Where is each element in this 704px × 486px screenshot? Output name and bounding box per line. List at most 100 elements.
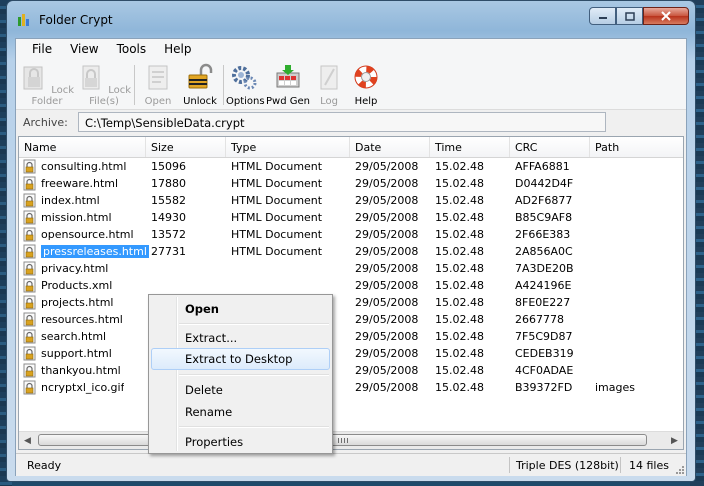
cell-name: ncryptxl_ico.gif [41, 381, 125, 394]
unlock-label: Unlock [183, 96, 217, 107]
menu-item-properties[interactable]: Properties [151, 431, 330, 453]
cell-type: HTML Document [231, 245, 323, 258]
column-header-crc[interactable]: CRC [510, 137, 590, 157]
help-label: Help [354, 96, 378, 107]
cell-type: HTML Document [231, 177, 323, 190]
cell-crc: 7F5C9D87 [515, 330, 573, 343]
gears-icon [232, 66, 257, 90]
table-row[interactable]: search.html 29/05/2008 15.02.48 7F5C9D87 [19, 328, 683, 345]
close-button[interactable] [643, 7, 689, 25]
window-title: Folder Crypt [39, 13, 113, 27]
menu-item-delete[interactable]: Delete [151, 379, 330, 401]
locked-file-icon [23, 329, 36, 344]
client-area: File View Tools Help Lock Folder Lock Fi… [15, 38, 687, 476]
scrollbar-thumb[interactable] [38, 434, 647, 446]
pwd-gen-button[interactable]: Pwd Gen [266, 63, 310, 107]
cell-date: 29/05/2008 [355, 177, 419, 190]
table-row[interactable]: projects.html 29/05/2008 15.02.48 8FE0E227 [19, 294, 683, 311]
column-header-path[interactable]: Path [590, 137, 683, 157]
horizontal-scrollbar[interactable]: ◀ ▶ [19, 431, 683, 449]
lock-files-button[interactable]: Lock File(s) [76, 63, 132, 107]
lock-folder-button[interactable]: Lock Folder [20, 63, 74, 107]
table-row[interactable]: support.html 29/05/2008 15.02.48 CEDEB319 [19, 345, 683, 362]
locked-file-icon [23, 261, 36, 276]
cell-crc: 8FE0E227 [515, 296, 571, 309]
title-bar[interactable]: Folder Crypt [7, 1, 695, 37]
toolbar: Lock Folder Lock File(s) Open Unlock Opt… [16, 59, 686, 110]
log-button[interactable]: Log [314, 63, 344, 107]
toolbar-separator [223, 65, 224, 105]
locked-file-icon [23, 210, 36, 225]
cell-time: 15.02.48 [435, 211, 484, 224]
cell-crc: 2667778 [515, 313, 564, 326]
menu-view[interactable]: View [61, 39, 107, 59]
table-row[interactable]: freeware.html 17880 HTML Document 29/05/200… [19, 175, 683, 192]
status-separator [509, 457, 510, 473]
cell-date: 29/05/2008 [355, 296, 419, 309]
cell-crc: 4CF0ADAE [515, 364, 574, 377]
cell-name: freeware.html [41, 177, 119, 190]
locked-file-icon [23, 176, 36, 191]
cipher-status: Triple DES (128bit) [516, 459, 619, 472]
table-row[interactable]: index.html 15582 HTML Document 29/05/2008 15… [19, 192, 683, 209]
table-row[interactable]: resources.html 29/05/2008 15.02.48 2667778 [19, 311, 683, 328]
menu-separator [179, 323, 329, 325]
table-row[interactable]: mission.html 14930 HTML Document 29/05/2008… [19, 209, 683, 226]
cell-size: 13572 [151, 228, 186, 241]
log-notepad-icon [320, 65, 338, 90]
cell-type: HTML Document [231, 211, 323, 224]
menu-file[interactable]: File [16, 39, 61, 59]
cell-size: 15096 [151, 160, 186, 173]
column-header-type[interactable]: Type [226, 137, 350, 157]
cell-crc: B39372FD [515, 381, 573, 394]
options-button[interactable]: Options [226, 63, 265, 107]
cell-time: 15.02.48 [435, 364, 484, 377]
menu-tools[interactable]: Tools [108, 39, 156, 59]
cell-name: mission.html [41, 211, 112, 224]
resize-grip-icon[interactable] [674, 464, 685, 475]
table-row[interactable]: thankyou.html 29/05/2008 15.02.48 4CF0ADAE [19, 362, 683, 379]
table-row[interactable]: pressreleases.html 27731 HTML Document 29/0… [19, 243, 683, 260]
cell-date: 29/05/2008 [355, 194, 419, 207]
unlock-button[interactable]: Unlock [178, 63, 222, 107]
locked-file-icon [23, 346, 36, 361]
options-label: Options [226, 96, 265, 107]
table-row[interactable]: Products.xml 29/05/2008 15.02.48 A424196E [19, 277, 683, 294]
cell-crc: 2A856A0C [515, 245, 573, 258]
cell-path: images [595, 381, 635, 394]
column-header-size[interactable]: Size [146, 137, 226, 157]
cell-size: 14930 [151, 211, 186, 224]
minimize-button[interactable] [589, 7, 616, 25]
table-row[interactable]: ncryptxl_ico.gifot...29/05/200815.02.48B… [19, 379, 683, 396]
column-header-date[interactable]: Date [350, 137, 430, 157]
open-button[interactable]: Open [138, 63, 178, 107]
cell-name: projects.html [41, 296, 114, 309]
table-row[interactable]: privacy.html 29/05/2008 15.02.48 7A3DE20B [19, 260, 683, 277]
help-button[interactable]: Help [350, 63, 382, 107]
cell-time: 15.02.48 [435, 347, 484, 360]
menu-item-extract[interactable]: Extract... [151, 327, 330, 349]
cell-name: opensource.html [41, 228, 134, 241]
menu-help[interactable]: Help [155, 39, 200, 59]
cell-date: 29/05/2008 [355, 381, 419, 394]
cell-name: privacy.html [41, 262, 109, 275]
maximize-button[interactable] [616, 7, 643, 25]
column-header-time[interactable]: Time [430, 137, 510, 157]
open-document-icon [148, 65, 168, 90]
column-header-name[interactable]: Name [19, 137, 146, 157]
cell-time: 15.02.48 [435, 381, 484, 394]
table-row[interactable]: consulting.html 15096 HTML Document 29/05/2… [19, 158, 683, 175]
menu-item-extract-to-desktop[interactable]: Extract to Desktop [151, 348, 330, 370]
menu-item-open[interactable]: Open [151, 298, 330, 320]
file-list[interactable]: Name Size Type Date Time CRC Path consul… [18, 136, 684, 450]
table-row[interactable]: opensource.html 13572 HTML Document 29/05/2… [19, 226, 683, 243]
cell-name: Products.xml [41, 279, 113, 292]
cell-time: 15.02.48 [435, 177, 484, 190]
locked-file-icon [23, 193, 36, 208]
archive-path-field[interactable]: C:\Temp\SensibleData.crypt [78, 112, 606, 132]
cell-date: 29/05/2008 [355, 262, 419, 275]
scroll-right-arrow-icon[interactable]: ▶ [666, 432, 683, 449]
locked-file-icon [23, 278, 36, 293]
menu-item-rename[interactable]: Rename [151, 401, 330, 423]
scroll-left-arrow-icon[interactable]: ◀ [19, 432, 36, 449]
